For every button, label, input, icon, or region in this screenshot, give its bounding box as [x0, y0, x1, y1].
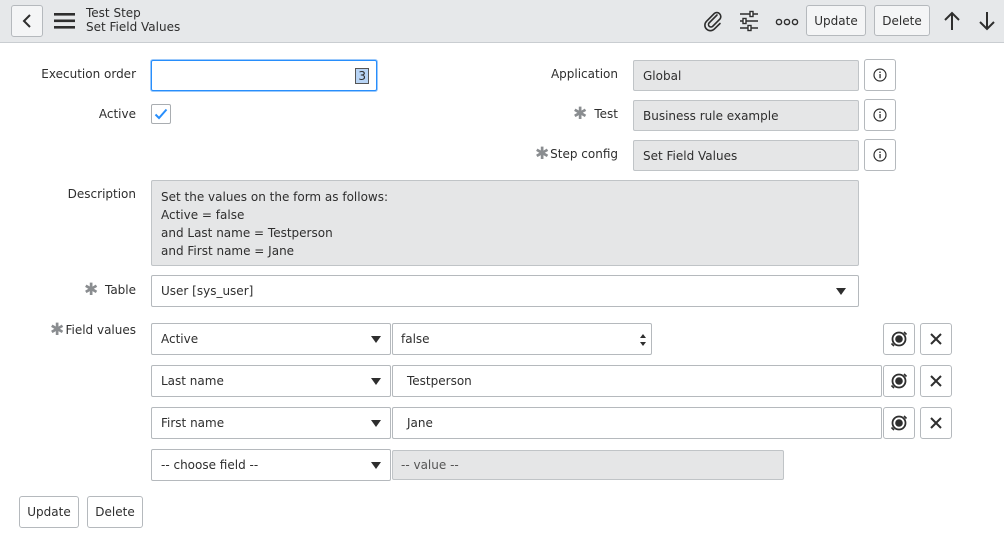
application-field: Global	[633, 60, 859, 91]
table-label: Table	[104, 283, 136, 297]
personalize-sliders-icon[interactable]	[738, 10, 760, 32]
header-delete-button[interactable]: Delete	[874, 5, 930, 36]
description-label: Description	[67, 187, 136, 201]
description-field: Set the values on the form as follows: A…	[151, 180, 859, 266]
execution-order-input[interactable]: 3	[151, 60, 377, 91]
header-update-button[interactable]: Update	[806, 5, 866, 36]
info-icon	[873, 68, 887, 82]
back-button[interactable]	[11, 5, 43, 37]
remove-row-button[interactable]	[920, 365, 952, 397]
more-options-icon[interactable]	[775, 14, 799, 28]
application-label: Application	[550, 67, 618, 81]
field-select-value: Active	[161, 332, 199, 346]
close-icon	[930, 375, 942, 387]
new-value-placeholder: -- value --	[401, 458, 459, 472]
value-input-value: Jane	[407, 416, 433, 430]
value-select-value: false	[401, 332, 430, 346]
application-info-button[interactable]	[864, 59, 896, 91]
chevron-down-icon	[836, 288, 846, 295]
dynamic-value-icon	[890, 415, 908, 431]
dynamic-value-button[interactable]	[883, 323, 915, 355]
chevron-down-icon	[371, 378, 381, 385]
step-config-field: Set Field Values	[633, 140, 859, 171]
execution-order-label: Execution order	[41, 67, 136, 81]
info-icon	[873, 148, 887, 162]
step-config-required-icon: ✱	[535, 144, 550, 164]
close-icon	[930, 417, 942, 429]
next-record-arrow-down-icon[interactable]	[977, 10, 997, 32]
field-values-label: Field values	[65, 323, 136, 337]
footer-update-button[interactable]: Update	[19, 496, 79, 528]
value-input-first-name[interactable]: Jane	[392, 407, 882, 439]
form-title: Test Step	[86, 6, 141, 20]
step-config-label: Step config	[550, 147, 618, 161]
dynamic-value-button[interactable]	[883, 365, 915, 397]
checkmark-icon	[154, 108, 168, 120]
description-line: and First name = Jane	[161, 244, 295, 258]
execution-order-value: 3	[355, 67, 369, 84]
hamburger-menu-icon[interactable]	[54, 13, 76, 29]
description-line: and Last name = Testperson	[161, 226, 333, 240]
value-input-last-name[interactable]: Testperson	[392, 365, 882, 397]
table-select-value: User [sys_user]	[161, 284, 254, 298]
form-subtitle: Set Field Values	[86, 20, 181, 34]
chevron-down-icon	[371, 336, 381, 343]
new-value-field: -- value --	[392, 450, 784, 480]
choose-field-placeholder: -- choose field --	[161, 458, 259, 472]
field-select-value: Last name	[161, 374, 224, 388]
chevron-down-icon	[371, 420, 381, 427]
table-select[interactable]: User [sys_user]	[151, 275, 859, 307]
description-line: Active = false	[161, 208, 245, 222]
footer-delete-button[interactable]: Delete	[87, 496, 143, 528]
field-select-value: First name	[161, 416, 225, 430]
remove-row-button[interactable]	[920, 407, 952, 439]
test-field: Business rule example	[633, 100, 859, 131]
dynamic-value-icon	[890, 331, 908, 347]
field-select-last-name[interactable]: Last name	[151, 365, 391, 397]
value-select-active[interactable]: false	[392, 323, 652, 355]
close-icon	[930, 333, 942, 345]
field-select-active[interactable]: Active	[151, 323, 391, 355]
previous-record-arrow-up-icon[interactable]	[942, 10, 962, 32]
active-checkbox[interactable]	[151, 104, 171, 124]
paperclip-icon[interactable]	[702, 10, 724, 32]
field-select-first-name[interactable]: First name	[151, 407, 391, 439]
value-input-value: Testperson	[407, 374, 472, 388]
table-required-icon: ✱	[84, 280, 99, 300]
info-icon	[873, 108, 887, 122]
form-header: Test Step Set Field Values Update Delete	[0, 0, 1004, 43]
remove-row-button[interactable]	[920, 323, 952, 355]
dynamic-value-button[interactable]	[883, 407, 915, 439]
description-line: Set the values on the form as follows:	[161, 190, 389, 204]
chevron-left-icon	[22, 14, 31, 28]
up-down-arrows-icon	[640, 334, 646, 346]
field-values-required-icon: ✱	[50, 320, 65, 340]
test-required-icon: ✱	[573, 104, 588, 124]
chevron-down-icon	[371, 462, 381, 469]
choose-field-select[interactable]: -- choose field --	[151, 449, 391, 481]
test-info-button[interactable]	[864, 99, 896, 131]
step-config-info-button[interactable]	[864, 139, 896, 171]
test-label: Test	[594, 107, 618, 121]
dynamic-value-icon	[890, 373, 908, 389]
active-label: Active	[98, 107, 136, 121]
